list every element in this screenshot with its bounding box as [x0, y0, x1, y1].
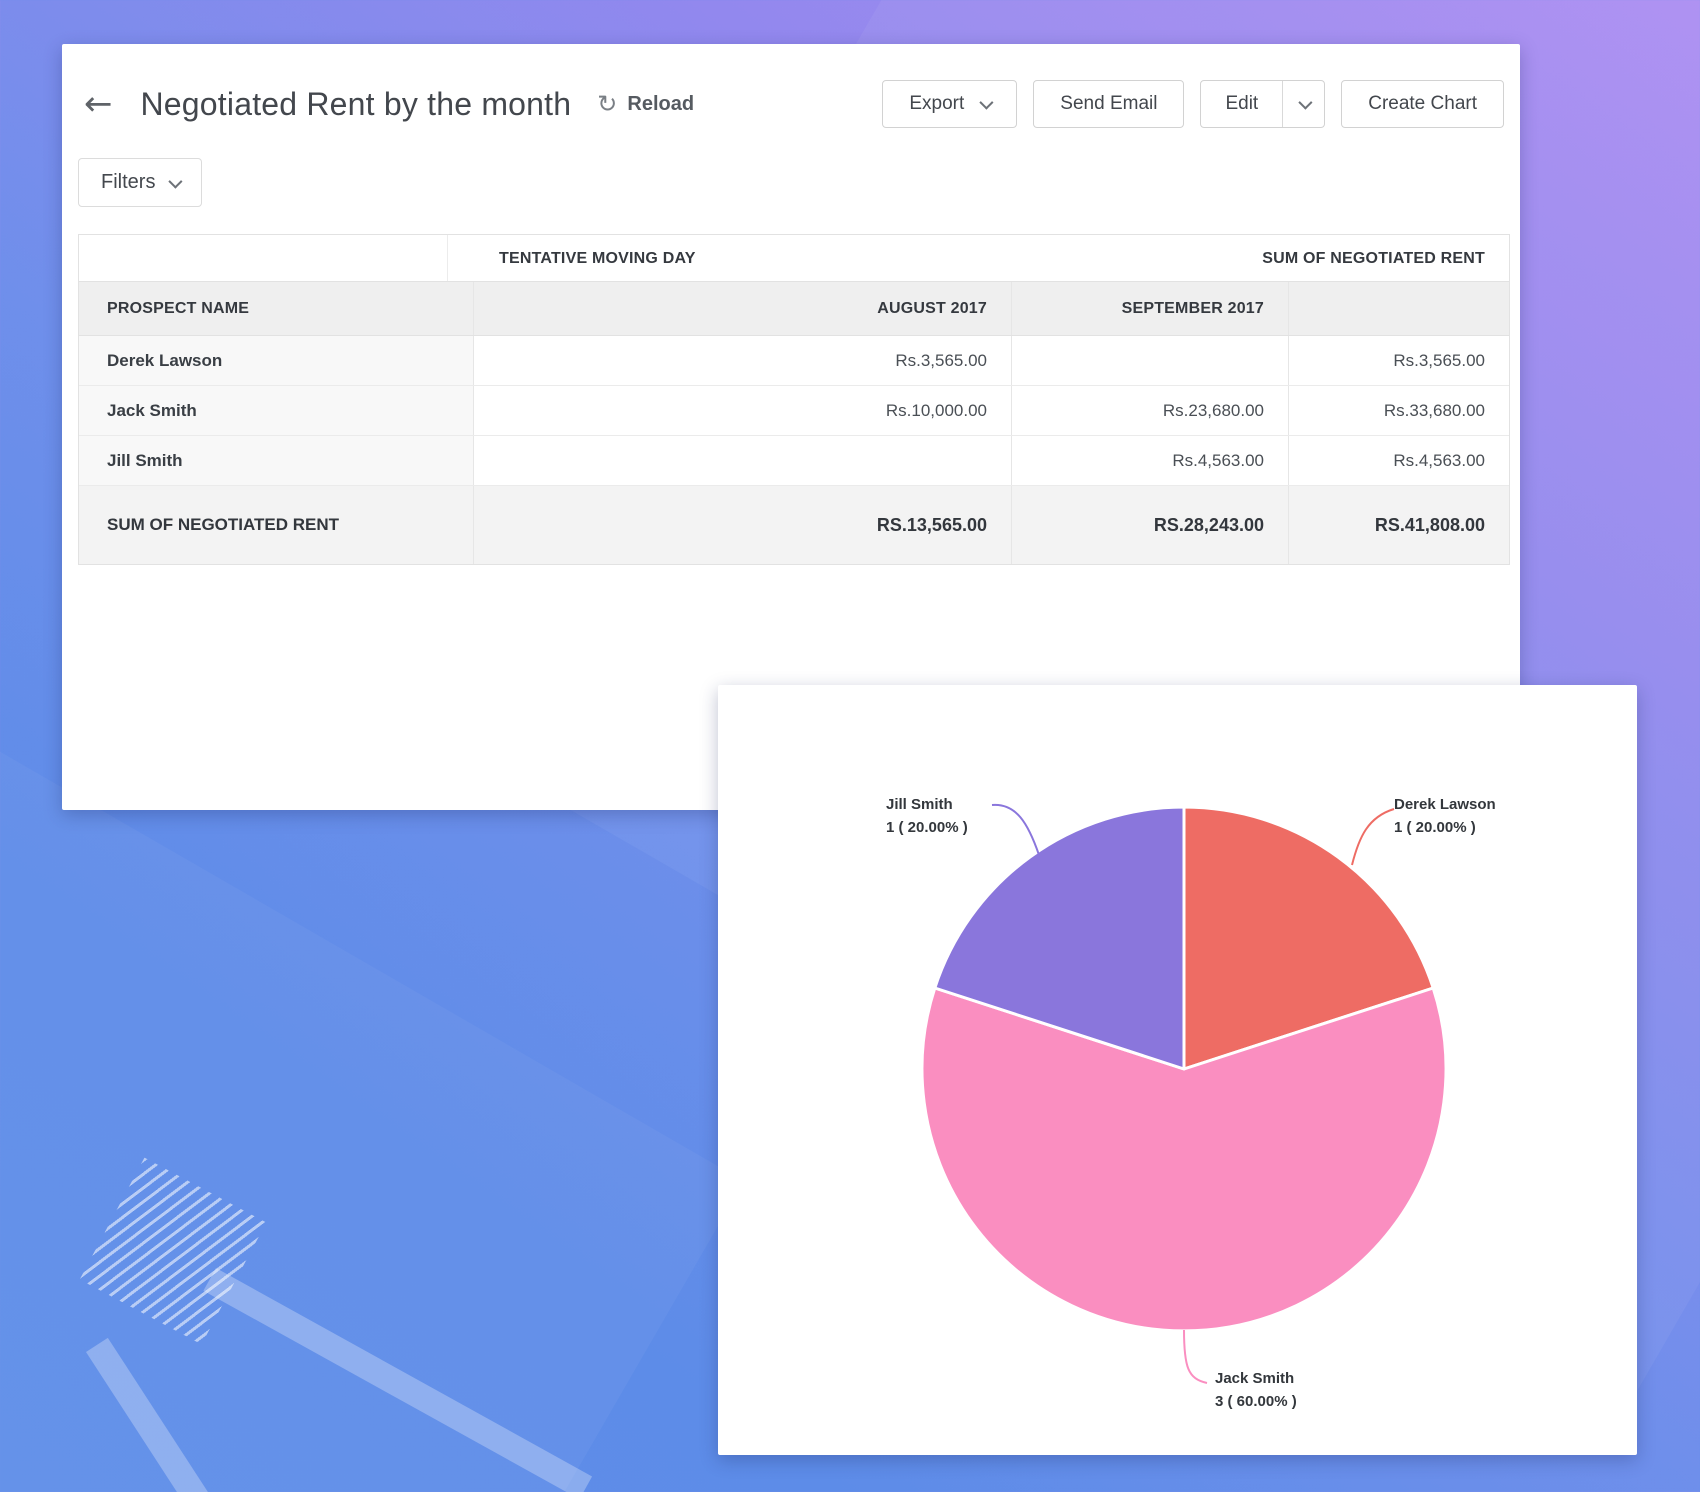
table-row: Jill Smith Rs.4,563.00 Rs.4,563.00: [79, 436, 1509, 486]
reload-icon: ↻: [597, 92, 617, 116]
total-value-cell: Rs.33,680.00: [1289, 386, 1509, 435]
pie-label-value: 1 ( 20.00% ): [886, 816, 968, 839]
prospect-name-cell: Jill Smith: [79, 436, 474, 485]
create-chart-button[interactable]: Create Chart: [1341, 80, 1504, 128]
export-label: Export: [909, 93, 964, 115]
prospect-name-cell: Jack Smith: [79, 386, 474, 435]
back-arrow-icon[interactable]: ←: [84, 87, 113, 121]
background-square-faint-bottom: [0, 706, 744, 1492]
august-value-cell: Rs.10,000.00: [474, 386, 1012, 435]
leader-line-jack-smith: [1184, 1330, 1207, 1383]
pie-label-name: Derek Lawson: [1394, 793, 1496, 816]
column-header-total: [1289, 282, 1509, 335]
chevron-down-icon: [169, 174, 183, 188]
reload-label: Reload: [627, 93, 694, 116]
edit-split-button: Edit: [1200, 80, 1325, 128]
reload-button[interactable]: ↻ Reload: [597, 92, 694, 116]
table-column-header-row: PROSPECT NAME AUGUST 2017 SEPTEMBER 2017: [79, 282, 1509, 336]
create-chart-label: Create Chart: [1368, 93, 1477, 115]
august-value-cell: Rs.3,565.00: [474, 336, 1012, 385]
leader-line-jill-smith: [992, 805, 1039, 855]
edit-button[interactable]: Edit: [1201, 81, 1282, 127]
group-header-sum-of-negotiated-rent: SUM OF NEGOTIATED RENT: [1262, 235, 1485, 282]
toolbar: Export Send Email Edit Create Chart: [882, 80, 1504, 128]
table-group-header-row: TENTATIVE MOVING DAY SUM OF NEGOTIATED R…: [79, 235, 1509, 282]
filters-dropdown[interactable]: Filters: [78, 158, 202, 207]
send-email-button[interactable]: Send Email: [1033, 80, 1184, 128]
september-value-cell: Rs.4,563.00: [1012, 436, 1289, 485]
leader-line-derek-lawson: [1352, 809, 1394, 865]
pie-label-value: 1 ( 20.00% ): [1394, 816, 1496, 839]
column-header-september-2017: SEPTEMBER 2017: [1012, 282, 1289, 335]
september-value-cell: Rs.23,680.00: [1012, 386, 1289, 435]
column-header-prospect-name: PROSPECT NAME: [79, 282, 474, 335]
chevron-down-icon: [980, 96, 994, 110]
table-row: Derek Lawson Rs.3,565.00 Rs.3,565.00: [79, 336, 1509, 386]
send-email-label: Send Email: [1060, 93, 1157, 115]
september-value-cell: [1012, 336, 1289, 385]
august-value-cell: [474, 436, 1012, 485]
pie-label-jack-smith: Jack Smith 3 ( 60.00% ): [1215, 1367, 1297, 1413]
table-footer-row: SUM OF NEGOTIATED RENT RS.13,565.00 RS.2…: [79, 486, 1509, 564]
group-header-divider: [447, 235, 448, 281]
footer-august-total-cell: RS.13,565.00: [474, 486, 1012, 564]
footer-grand-total-cell: RS.41,808.00: [1289, 486, 1509, 564]
table-row: Jack Smith Rs.10,000.00 Rs.23,680.00 Rs.…: [79, 386, 1509, 436]
pie-chart: [718, 685, 1637, 1455]
chevron-down-icon: [1298, 96, 1312, 110]
total-value-cell: Rs.4,563.00: [1289, 436, 1509, 485]
pie-label-value: 3 ( 60.00% ): [1215, 1390, 1297, 1413]
export-button[interactable]: Export: [882, 80, 1017, 128]
filters-label: Filters: [101, 171, 155, 194]
total-value-cell: Rs.3,565.00: [1289, 336, 1509, 385]
pie-label-name: Jack Smith: [1215, 1367, 1297, 1390]
page-title: Negotiated Rent by the month: [141, 86, 572, 123]
pie-label-name: Jill Smith: [886, 793, 968, 816]
background-hatched-square: [80, 1158, 267, 1345]
pie-label-derek-lawson: Derek Lawson 1 ( 20.00% ): [1394, 793, 1496, 839]
report-header: ← Negotiated Rent by the month ↻ Reload …: [62, 44, 1520, 128]
pivot-table: TENTATIVE MOVING DAY SUM OF NEGOTIATED R…: [78, 234, 1510, 565]
prospect-name-cell: Derek Lawson: [79, 336, 474, 385]
background-diagonal-band-left: [86, 1338, 288, 1492]
chart-card: Jill Smith 1 ( 20.00% ) Derek Lawson 1 (…: [718, 685, 1637, 1455]
pie-label-jill-smith: Jill Smith 1 ( 20.00% ): [886, 793, 968, 839]
column-header-august-2017: AUGUST 2017: [474, 282, 1012, 335]
group-header-tentative-moving-day: TENTATIVE MOVING DAY: [499, 235, 696, 282]
footer-september-total-cell: RS.28,243.00: [1012, 486, 1289, 564]
background-diagonal-band-top: [203, 1268, 592, 1492]
footer-label-cell: SUM OF NEGOTIATED RENT: [79, 486, 474, 564]
edit-dropdown-toggle[interactable]: [1282, 81, 1324, 127]
